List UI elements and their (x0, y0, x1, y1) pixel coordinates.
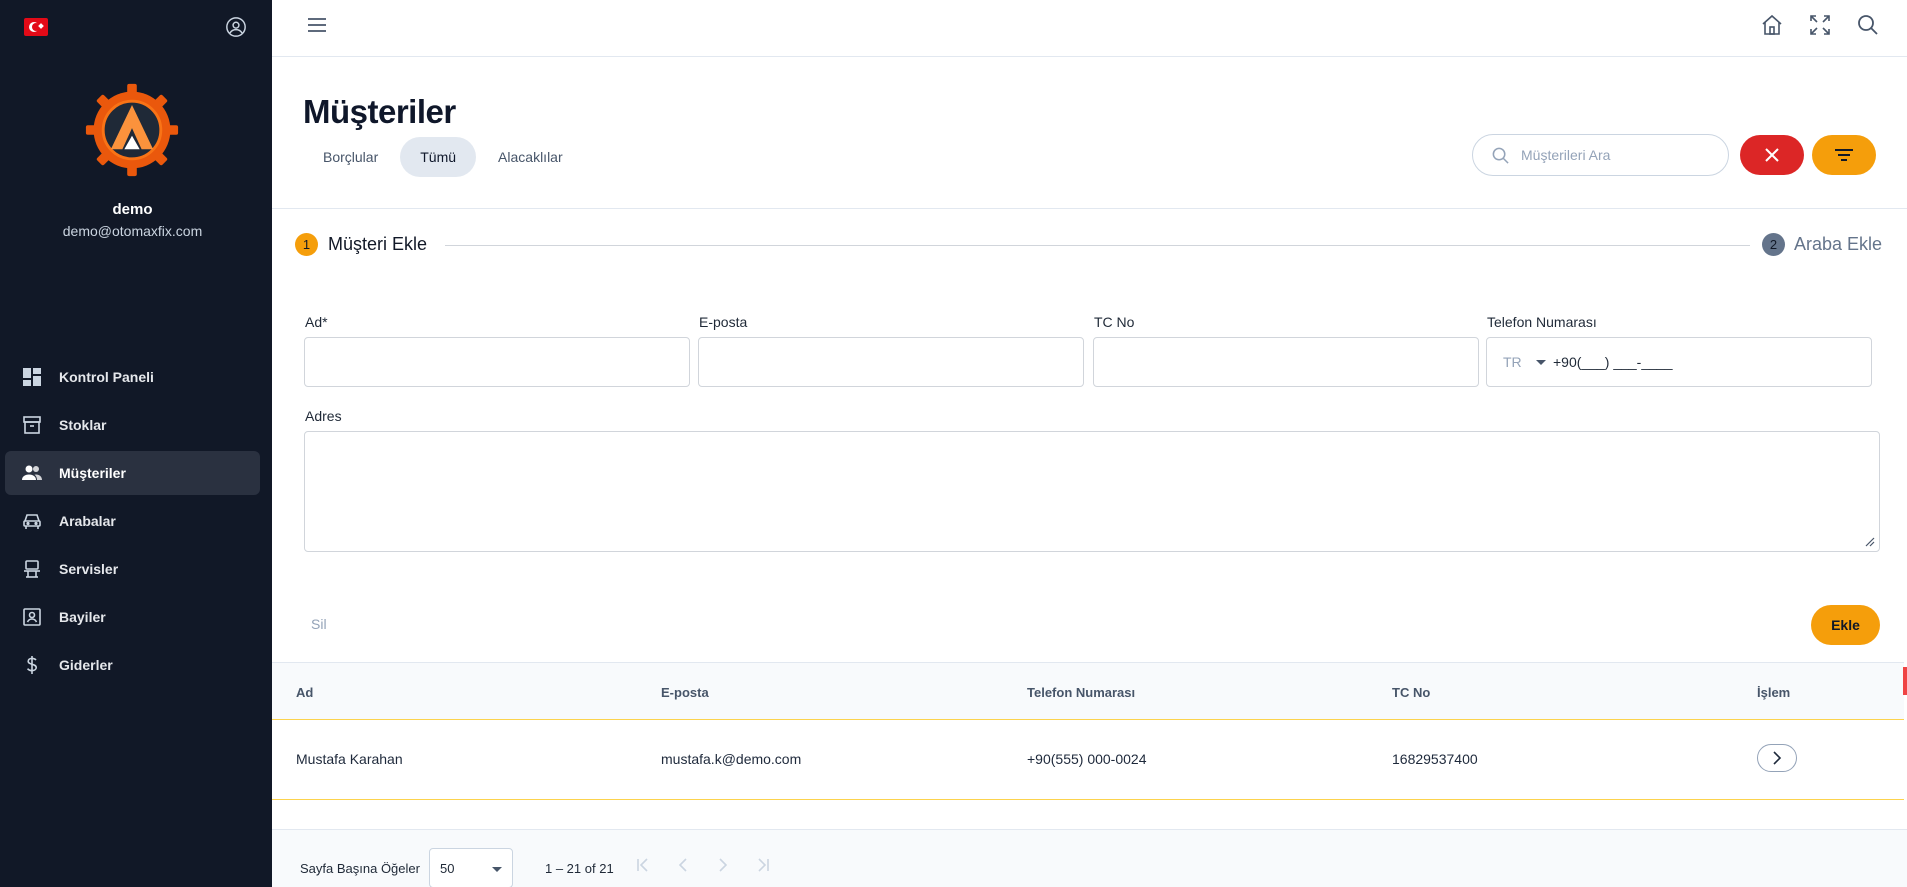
turkish-flag-icon[interactable] (24, 18, 48, 36)
sidebar-item-musteriler[interactable]: Müşteriler (5, 451, 260, 495)
search-icon[interactable] (1856, 13, 1880, 37)
sidebar: demo demo@otomaxfix.com Kontrol Paneli S… (0, 0, 272, 887)
column-header-phone[interactable]: Telefon Numarası (1027, 685, 1135, 700)
resize-handle-icon[interactable] (1865, 537, 1875, 547)
table-row[interactable]: Mustafa Karahan mustafa.k@demo.com +90(5… (272, 720, 1904, 800)
phone-country-code[interactable]: TR (1503, 354, 1522, 370)
filter-icon (1835, 149, 1853, 161)
page-header: Müşteriler Borçlular Tümü Alacaklılar (272, 57, 1907, 209)
sidebar-item-label: Kontrol Paneli (59, 369, 154, 385)
customer-search-box (1472, 134, 1729, 176)
items-per-page-label: Sayfa Başına Öğeler (300, 861, 420, 876)
step-1-number[interactable]: 1 (295, 233, 318, 256)
dollar-icon (26, 656, 38, 674)
stepper-divider (445, 245, 1750, 246)
tab-alacaklilar[interactable]: Alacaklılar (478, 137, 583, 177)
column-header-tc[interactable]: TC No (1392, 685, 1430, 700)
add-customer-stepper: 1 Müşteri Ekle 2 Araba Ekle (295, 232, 1895, 258)
user-circle-icon[interactable] (225, 16, 247, 38)
cell-tc: 16829537400 (1392, 751, 1478, 767)
sidebar-item-giderler[interactable]: Giderler (5, 643, 260, 687)
archive-box-icon (23, 416, 41, 434)
step-2-label[interactable]: Araba Ekle (1794, 234, 1882, 255)
sidebar-item-label: Stoklar (59, 417, 107, 433)
sidebar-item-bayiler[interactable]: Bayiler (5, 595, 260, 639)
name-field-wrapper (304, 337, 690, 387)
sidebar-username: demo (112, 201, 153, 218)
filter-button[interactable] (1812, 135, 1876, 175)
customer-filter-tabs: Borçlular Tümü Alacaklılar (303, 137, 585, 177)
home-icon[interactable] (1760, 13, 1784, 37)
column-header-email[interactable]: E-posta (661, 685, 709, 700)
sidebar-user-email: demo@otomaxfix.com (62, 223, 203, 239)
column-header-name[interactable]: Ad (296, 685, 313, 700)
table-scrollbar[interactable] (1903, 667, 1907, 695)
users-icon (22, 465, 42, 480)
last-page-icon[interactable] (753, 855, 773, 875)
tab-borclular[interactable]: Borçlular (303, 137, 398, 177)
cell-email: mustafa.k@demo.com (661, 751, 802, 767)
tc-label: TC No (1094, 314, 1135, 330)
phone-field: TR +90(___) ___-____ (1486, 337, 1872, 387)
tc-field-wrapper (1093, 337, 1479, 387)
step-1-label[interactable]: Müşteri Ekle (328, 234, 427, 255)
next-page-icon[interactable] (713, 855, 733, 875)
sidebar-item-arabalar[interactable]: Arabalar (5, 499, 260, 543)
top-bar (272, 0, 1907, 57)
sidebar-item-label: Arabalar (59, 513, 116, 529)
chevron-right-icon (1773, 751, 1782, 765)
page-title: Müşteriler (303, 93, 456, 130)
otomaxfix-logo (85, 83, 179, 177)
sidebar-nav: Kontrol Paneli Stoklar Müşteriler Arabal… (5, 355, 260, 691)
email-field[interactable] (699, 338, 1083, 386)
sidebar-item-label: Giderler (59, 657, 113, 673)
sidebar-item-label: Servisler (59, 561, 119, 577)
search-icon (1492, 147, 1509, 164)
previous-page-icon[interactable] (673, 855, 693, 875)
sidebar-item-stoklar[interactable]: Stoklar (5, 403, 260, 447)
row-detail-button[interactable] (1757, 744, 1797, 772)
tc-field[interactable] (1094, 338, 1478, 386)
dealer-icon (23, 608, 41, 626)
add-customer-button[interactable]: Ekle (1811, 605, 1880, 645)
step-2-number[interactable]: 2 (1762, 233, 1785, 256)
column-header-action: İşlem (1757, 685, 1791, 700)
name-field[interactable] (305, 338, 689, 386)
email-field-wrapper (698, 337, 1084, 387)
delete-button[interactable]: Sil (311, 616, 327, 632)
table-header: Ad E-posta Telefon Numarası TC No İşlem (272, 662, 1904, 720)
page-size-value: 50 (440, 861, 455, 876)
address-textarea[interactable] (304, 431, 1880, 552)
phone-input[interactable]: +90(___) ___-____ (1553, 354, 1673, 370)
hamburger-menu-icon[interactable] (307, 15, 327, 35)
service-icon (24, 560, 40, 578)
tab-tumu[interactable]: Tümü (400, 137, 477, 177)
sidebar-item-label: Müşteriler (59, 465, 126, 481)
page-range-label: 1 – 21 of 21 (545, 861, 614, 876)
email-label: E-posta (699, 314, 748, 330)
sidebar-item-label: Bayiler (59, 609, 106, 625)
dashboard-icon (23, 368, 41, 386)
cell-name: Mustafa Karahan (296, 751, 403, 767)
phone-label: Telefon Numarası (1487, 314, 1597, 330)
first-page-icon[interactable] (633, 855, 653, 875)
fullscreen-icon[interactable] (1808, 13, 1832, 37)
sidebar-item-servisler[interactable]: Servisler (5, 547, 260, 591)
name-label: Ad* (305, 314, 328, 330)
paginator: Sayfa Başına Öğeler 50 1 – 21 of 21 (272, 829, 1907, 887)
customer-search-input[interactable] (1521, 135, 1721, 175)
car-icon (23, 514, 41, 529)
close-icon (1765, 148, 1779, 162)
sidebar-item-kontrol-paneli[interactable]: Kontrol Paneli (5, 355, 260, 399)
chevron-down-icon (492, 867, 502, 872)
chevron-down-icon[interactable] (1536, 360, 1546, 365)
cell-phone: +90(555) 000-0024 (1027, 751, 1147, 767)
address-label: Adres (305, 408, 342, 424)
clear-search-button[interactable] (1740, 135, 1804, 175)
customers-table: Ad E-posta Telefon Numarası TC No İşlem … (272, 662, 1904, 800)
page-size-select[interactable]: 50 (429, 848, 513, 887)
